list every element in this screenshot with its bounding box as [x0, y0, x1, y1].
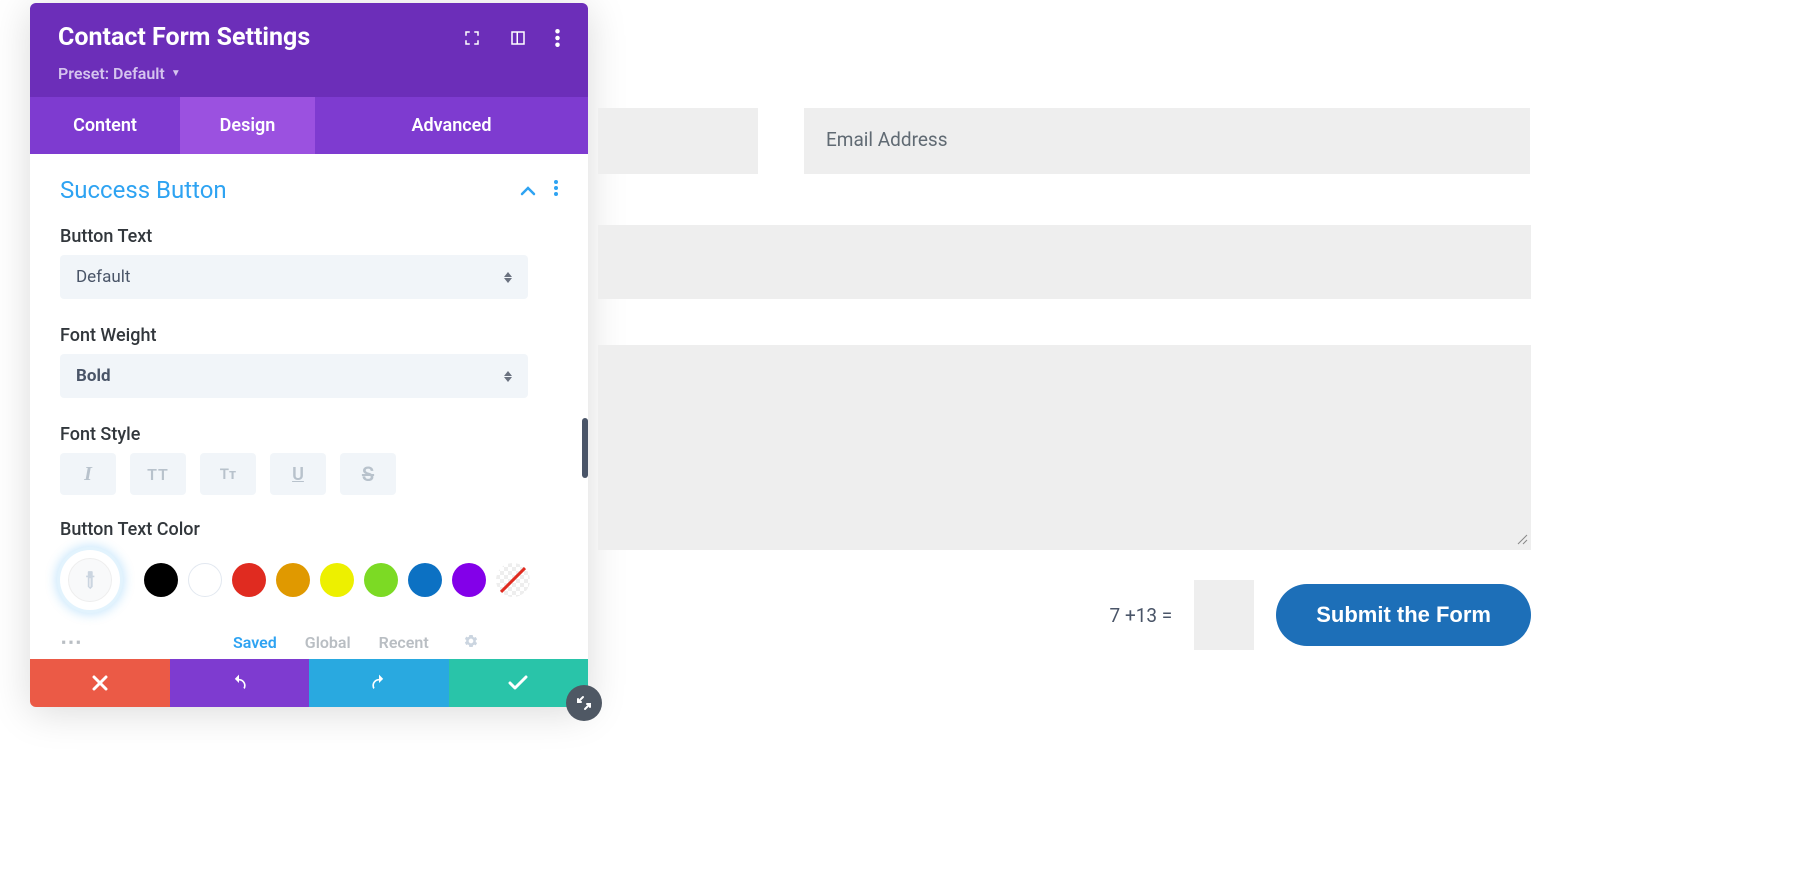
- message-textarea[interactable]: [598, 345, 1531, 550]
- tab-content[interactable]: Content: [30, 97, 180, 154]
- button-text-select[interactable]: Default: [60, 255, 528, 299]
- panel-body: Success Button Button Text Default Font …: [30, 154, 588, 659]
- select-caret-icon: [504, 371, 512, 382]
- close-icon: [92, 675, 108, 691]
- select-caret-icon: [504, 272, 512, 283]
- snap-layout-icon[interactable]: [509, 29, 527, 47]
- font-weight-select[interactable]: Bold: [60, 354, 528, 398]
- color-swatch-yellow[interactable]: [320, 563, 354, 597]
- name-input[interactable]: [598, 108, 758, 174]
- settings-tabs: Content Design Advanced: [30, 97, 588, 154]
- undo-icon: [229, 673, 249, 693]
- color-swatch-transparent[interactable]: [496, 563, 530, 597]
- cancel-button[interactable]: [30, 659, 170, 707]
- collapse-icon[interactable]: [520, 181, 536, 200]
- section-options-icon[interactable]: [554, 180, 558, 200]
- palette-tabs: ⋯ Saved Global Recent: [60, 630, 558, 655]
- style-italic-button[interactable]: I: [60, 453, 116, 495]
- color-swatch-red[interactable]: [232, 563, 266, 597]
- color-swatch-orange[interactable]: [276, 563, 310, 597]
- captcha-input[interactable]: [1194, 580, 1254, 650]
- style-underline-button[interactable]: U: [270, 453, 326, 495]
- font-weight-value: Bold: [76, 366, 111, 386]
- panel-header: Contact Form Settings Preset: Default ▼: [30, 3, 588, 97]
- redo-button[interactable]: [309, 659, 449, 707]
- subject-input[interactable]: [598, 225, 1531, 299]
- resize-icon: [576, 695, 592, 711]
- style-strikethrough-button[interactable]: S: [340, 453, 396, 495]
- palette-tab-recent[interactable]: Recent: [379, 633, 429, 652]
- button-text-label: Button Text: [60, 226, 558, 247]
- palette-settings-icon[interactable]: [463, 633, 479, 653]
- color-swatch-blue[interactable]: [408, 563, 442, 597]
- color-swatch-green[interactable]: [364, 563, 398, 597]
- palette-tab-saved[interactable]: Saved: [233, 633, 277, 652]
- eyedropper-icon: [76, 566, 104, 594]
- palette-tab-global[interactable]: Global: [305, 633, 351, 652]
- submit-button[interactable]: Submit the Form: [1276, 584, 1531, 646]
- panel-title: Contact Form Settings: [58, 23, 310, 52]
- captcha-question: 7 +13 =: [1110, 604, 1173, 627]
- email-input[interactable]: Email Address: [804, 108, 1530, 174]
- tab-advanced[interactable]: Advanced: [315, 97, 588, 154]
- settings-panel: Contact Form Settings Preset: Default ▼ …: [30, 3, 588, 707]
- textarea-resize-icon[interactable]: [1514, 530, 1530, 546]
- style-uppercase-button[interactable]: TT: [130, 453, 186, 495]
- undo-button[interactable]: [170, 659, 310, 707]
- section-title[interactable]: Success Button: [60, 176, 227, 204]
- more-options-icon[interactable]: [555, 29, 560, 47]
- redo-icon: [369, 673, 389, 693]
- resize-handle[interactable]: [566, 685, 602, 721]
- check-icon: [508, 675, 528, 691]
- button-text-color-label: Button Text Color: [60, 519, 558, 540]
- color-swatches: [60, 550, 558, 610]
- button-text-value: Default: [76, 267, 130, 287]
- panel-footer: [30, 659, 588, 707]
- preset-label: Preset: Default: [58, 64, 165, 83]
- color-swatch-purple[interactable]: [452, 563, 486, 597]
- color-picker-button[interactable]: [60, 550, 120, 610]
- preset-selector[interactable]: Preset: Default ▼: [58, 64, 560, 83]
- tab-design[interactable]: Design: [180, 97, 315, 154]
- focus-mode-icon[interactable]: [463, 29, 481, 47]
- color-swatch-white[interactable]: [188, 563, 222, 597]
- chevron-down-icon: ▼: [171, 68, 181, 79]
- scrollbar-thumb[interactable]: [582, 418, 588, 478]
- font-weight-label: Font Weight: [60, 325, 558, 346]
- palette-drag-icon[interactable]: ⋯: [60, 630, 85, 655]
- style-smallcaps-button[interactable]: Tᴛ: [200, 453, 256, 495]
- color-swatch-black[interactable]: [144, 563, 178, 597]
- email-placeholder: Email Address: [826, 128, 948, 151]
- font-style-label: Font Style: [60, 424, 558, 445]
